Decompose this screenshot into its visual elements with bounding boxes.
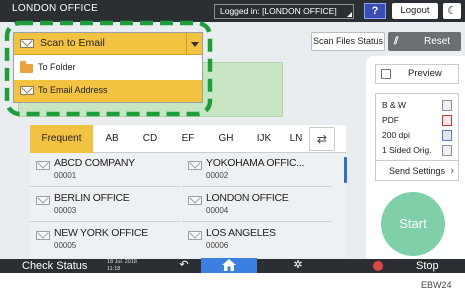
callout-highlight (4, 20, 213, 117)
copier-screen: LONDON OFFICE Logged in: [LONDON OFFICE]… (0, 0, 465, 273)
figure-caption: EBW24 (421, 280, 452, 290)
